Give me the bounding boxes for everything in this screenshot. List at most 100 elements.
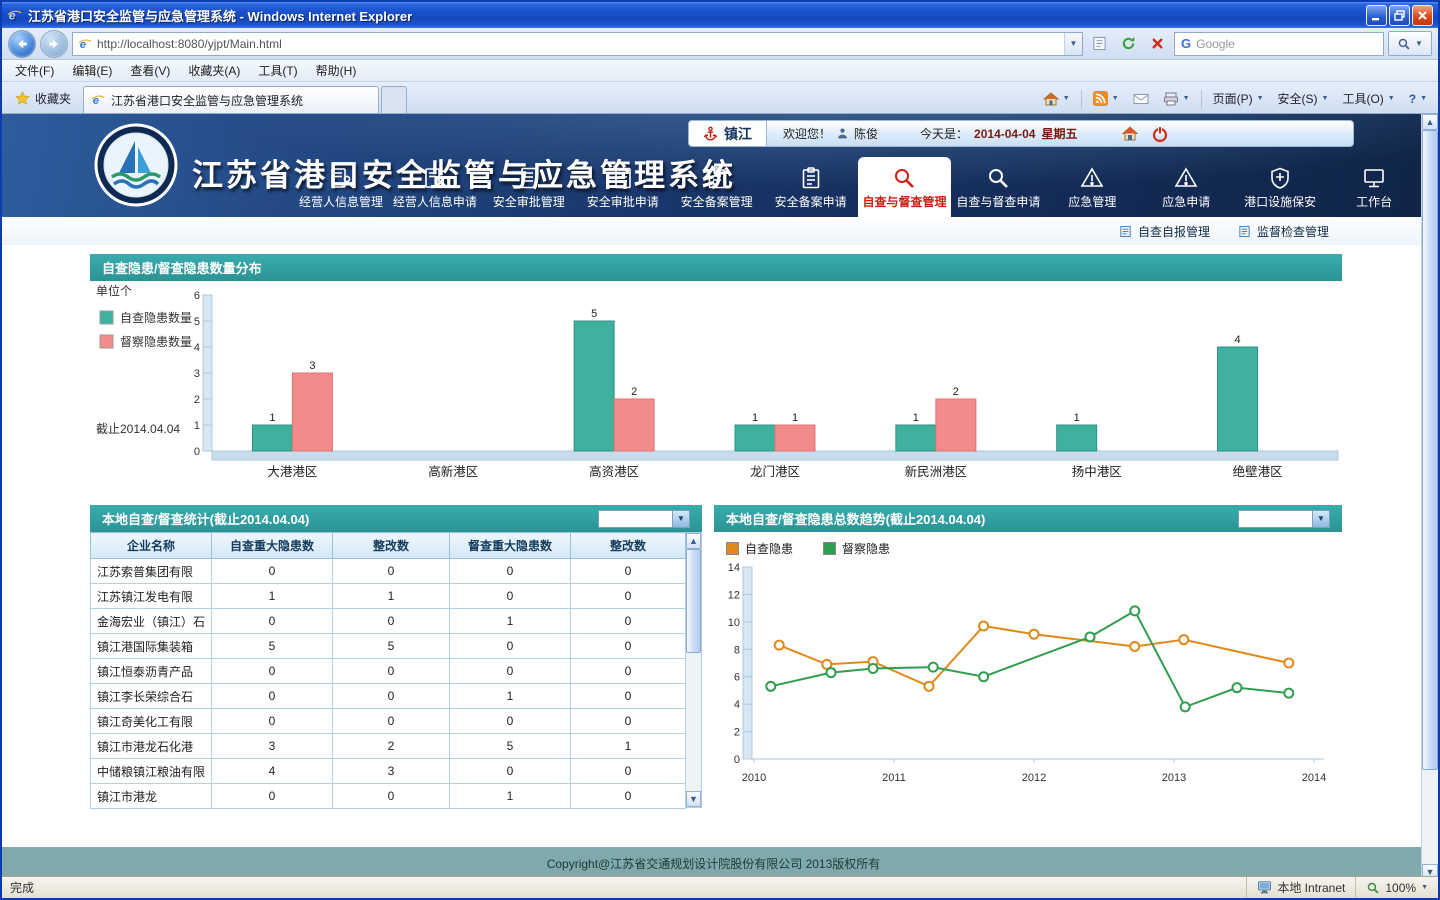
scrollbar-thumb[interactable]: [1422, 130, 1438, 770]
menu-item[interactable]: 工具(T): [249, 59, 306, 82]
safety-menu-button[interactable]: 安全(S)▼: [1272, 87, 1335, 110]
browser-tab[interactable]: e 江苏省港口安全监管与应急管理系统: [83, 86, 379, 113]
menu-item[interactable]: 帮助(H): [307, 59, 366, 82]
home-icon: [1043, 91, 1059, 107]
help-button[interactable]: ?▼: [1403, 89, 1433, 109]
close-button[interactable]: [1412, 5, 1433, 26]
doc-icon: [1119, 225, 1132, 238]
menu-item[interactable]: 编辑(E): [63, 59, 121, 82]
nav-item-经营人信息申请[interactable]: 经营人信息申请: [388, 157, 482, 217]
table-row[interactable]: 镇江市港龙石化港3251: [91, 734, 686, 759]
value-cell: 0: [571, 709, 686, 734]
dropdown-arrow-icon[interactable]: ▼: [1312, 511, 1329, 527]
nav-item-自查与督查管理[interactable]: 自查与督查管理: [858, 157, 952, 217]
user-icon: [836, 127, 849, 140]
table-filter-dropdown[interactable]: ▼: [598, 510, 690, 528]
forward-button[interactable]: [40, 30, 68, 58]
trend-chart-panel: 本地自查/督查隐患总数趋势(截止2014.04.04) ▼ 自查隐患 督察隐患 …: [714, 505, 1342, 807]
bar-panel-header: 自查隐患/督查隐患数量分布: [90, 254, 1342, 281]
table-header-cell: 企业名称: [91, 533, 212, 559]
new-tab-button[interactable]: [381, 86, 407, 113]
table-row[interactable]: 中储粮镇江粮油有限4300: [91, 759, 686, 784]
bar: [936, 399, 976, 451]
search-button[interactable]: ▼: [1388, 31, 1432, 56]
bar: [775, 425, 815, 451]
nav-item-港口设施保安[interactable]: 港口设施保安: [1233, 157, 1327, 217]
table-row[interactable]: 镇江港国际集装箱5500: [91, 634, 686, 659]
svg-text:5: 5: [194, 316, 200, 328]
back-button[interactable]: [8, 30, 36, 58]
nav-item-安全审批申请[interactable]: 安全审批申请: [576, 157, 670, 217]
trend-filter-dropdown[interactable]: ▼: [1238, 510, 1330, 528]
url-text: http://localhost:8080/yjpt/Main.html: [97, 37, 1059, 51]
city-name: 镇江: [724, 124, 752, 144]
svg-text:2: 2: [631, 386, 637, 398]
stop-button[interactable]: [1145, 31, 1170, 56]
home-shortcut-icon[interactable]: [1121, 125, 1139, 143]
search-input[interactable]: G Google: [1174, 32, 1384, 56]
table-row[interactable]: 金海宏业（镇江）石0010: [91, 609, 686, 634]
menu-item[interactable]: 文件(F): [6, 59, 63, 82]
table-row[interactable]: 江苏索普集团有限0000: [91, 559, 686, 584]
page-scrollbar[interactable]: ▲ ▼: [1421, 114, 1438, 880]
google-logo-icon: G: [1181, 36, 1191, 51]
menu-item[interactable]: 收藏夹(A): [179, 59, 249, 82]
menu-item[interactable]: 查看(V): [121, 59, 179, 82]
subnav-item-自查自报管理[interactable]: 自查自报管理: [1119, 223, 1210, 240]
nav-item-安全审批管理[interactable]: 安全审批管理: [482, 157, 576, 217]
bar-chart-panel: 自查隐患/督查隐患数量分布 单位个自查隐患数量督察隐患数量截止2014.04.0…: [90, 254, 1342, 496]
refresh-button[interactable]: [1116, 31, 1141, 56]
address-dropdown-button[interactable]: ▼: [1064, 33, 1082, 55]
nav-item-应急管理[interactable]: 应急管理: [1045, 157, 1139, 217]
subnav-item-监督检查管理[interactable]: 监督检查管理: [1238, 223, 1329, 240]
scroll-up-button[interactable]: ▲: [686, 533, 701, 549]
scrollbar-thumb[interactable]: [686, 549, 701, 653]
bar: [574, 321, 614, 451]
anchor-icon: [703, 126, 718, 141]
nav-item-label: 应急申请: [1162, 193, 1210, 210]
table-row[interactable]: 镇江奇美化工有限0000: [91, 709, 686, 734]
value-cell: 0: [212, 609, 333, 634]
nav-item-安全备案管理[interactable]: 安全备案管理: [670, 157, 764, 217]
table-row[interactable]: 镇江恒泰沥青产品0000: [91, 659, 686, 684]
address-bar[interactable]: e http://localhost:8080/yjpt/Main.html ▼: [72, 32, 1083, 56]
table-row[interactable]: 江苏镇江发电有限1100: [91, 584, 686, 609]
stats-table: 企业名称自查重大隐患数整改数督查重大隐患数整改数江苏索普集团有限0000江苏镇江…: [90, 532, 686, 809]
print-button[interactable]: ▼: [1157, 88, 1196, 110]
read-mail-button[interactable]: [1127, 88, 1155, 110]
logout-icon[interactable]: [1151, 125, 1169, 143]
table-scrollbar[interactable]: ▲ ▼: [686, 532, 702, 808]
nav-item-label: 安全审批申请: [587, 193, 659, 210]
company-name-cell: 镇江市港龙石化港: [91, 734, 212, 759]
zoom-control[interactable]: 100% ▼: [1355, 877, 1438, 898]
clipboard-icon: [799, 165, 823, 190]
page-menu-button[interactable]: 页面(P)▼: [1207, 87, 1270, 110]
minimize-button[interactable]: [1366, 5, 1387, 26]
scroll-up-button[interactable]: ▲: [1422, 114, 1438, 130]
nav-item-安全备案申请[interactable]: 安全备案申请: [764, 157, 858, 217]
restore-button[interactable]: [1389, 5, 1410, 26]
favorites-button[interactable]: 收藏夹: [7, 86, 79, 110]
tools-menu-button[interactable]: 工具(O)▼: [1336, 87, 1400, 110]
today-label: 今天是：: [920, 125, 968, 142]
nav-item-label: 经营人信息管理: [299, 193, 383, 210]
svg-text:单位个: 单位个: [96, 283, 132, 298]
feeds-button[interactable]: ▼: [1087, 88, 1125, 109]
table-row[interactable]: 镇江李长荣综合石0010: [91, 684, 686, 709]
nav-item-自查与督查申请[interactable]: 自查与督查申请: [951, 157, 1045, 217]
data-point: [869, 664, 878, 673]
compatibility-view-button[interactable]: [1087, 31, 1112, 56]
nav-item-工作台[interactable]: 工作台: [1327, 157, 1421, 217]
trend-panel-title: 本地自查/督查隐患总数趋势(截止2014.04.04): [726, 509, 985, 528]
svg-text:自查隐患数量: 自查隐患数量: [120, 310, 192, 325]
dropdown-arrow-icon[interactable]: ▼: [672, 511, 689, 527]
value-cell: 0: [450, 759, 571, 784]
home-button[interactable]: ▼: [1037, 88, 1076, 110]
scroll-down-button[interactable]: ▼: [686, 791, 701, 807]
svg-text:新民洲港区: 新民洲港区: [905, 464, 968, 479]
nav-item-应急申请[interactable]: 应急申请: [1139, 157, 1233, 217]
value-cell: 0: [333, 709, 450, 734]
nav-item-经营人信息管理[interactable]: 经营人信息管理: [294, 157, 388, 217]
table-row[interactable]: 镇江市港龙0010: [91, 784, 686, 809]
city-selector[interactable]: 镇江: [689, 121, 767, 146]
